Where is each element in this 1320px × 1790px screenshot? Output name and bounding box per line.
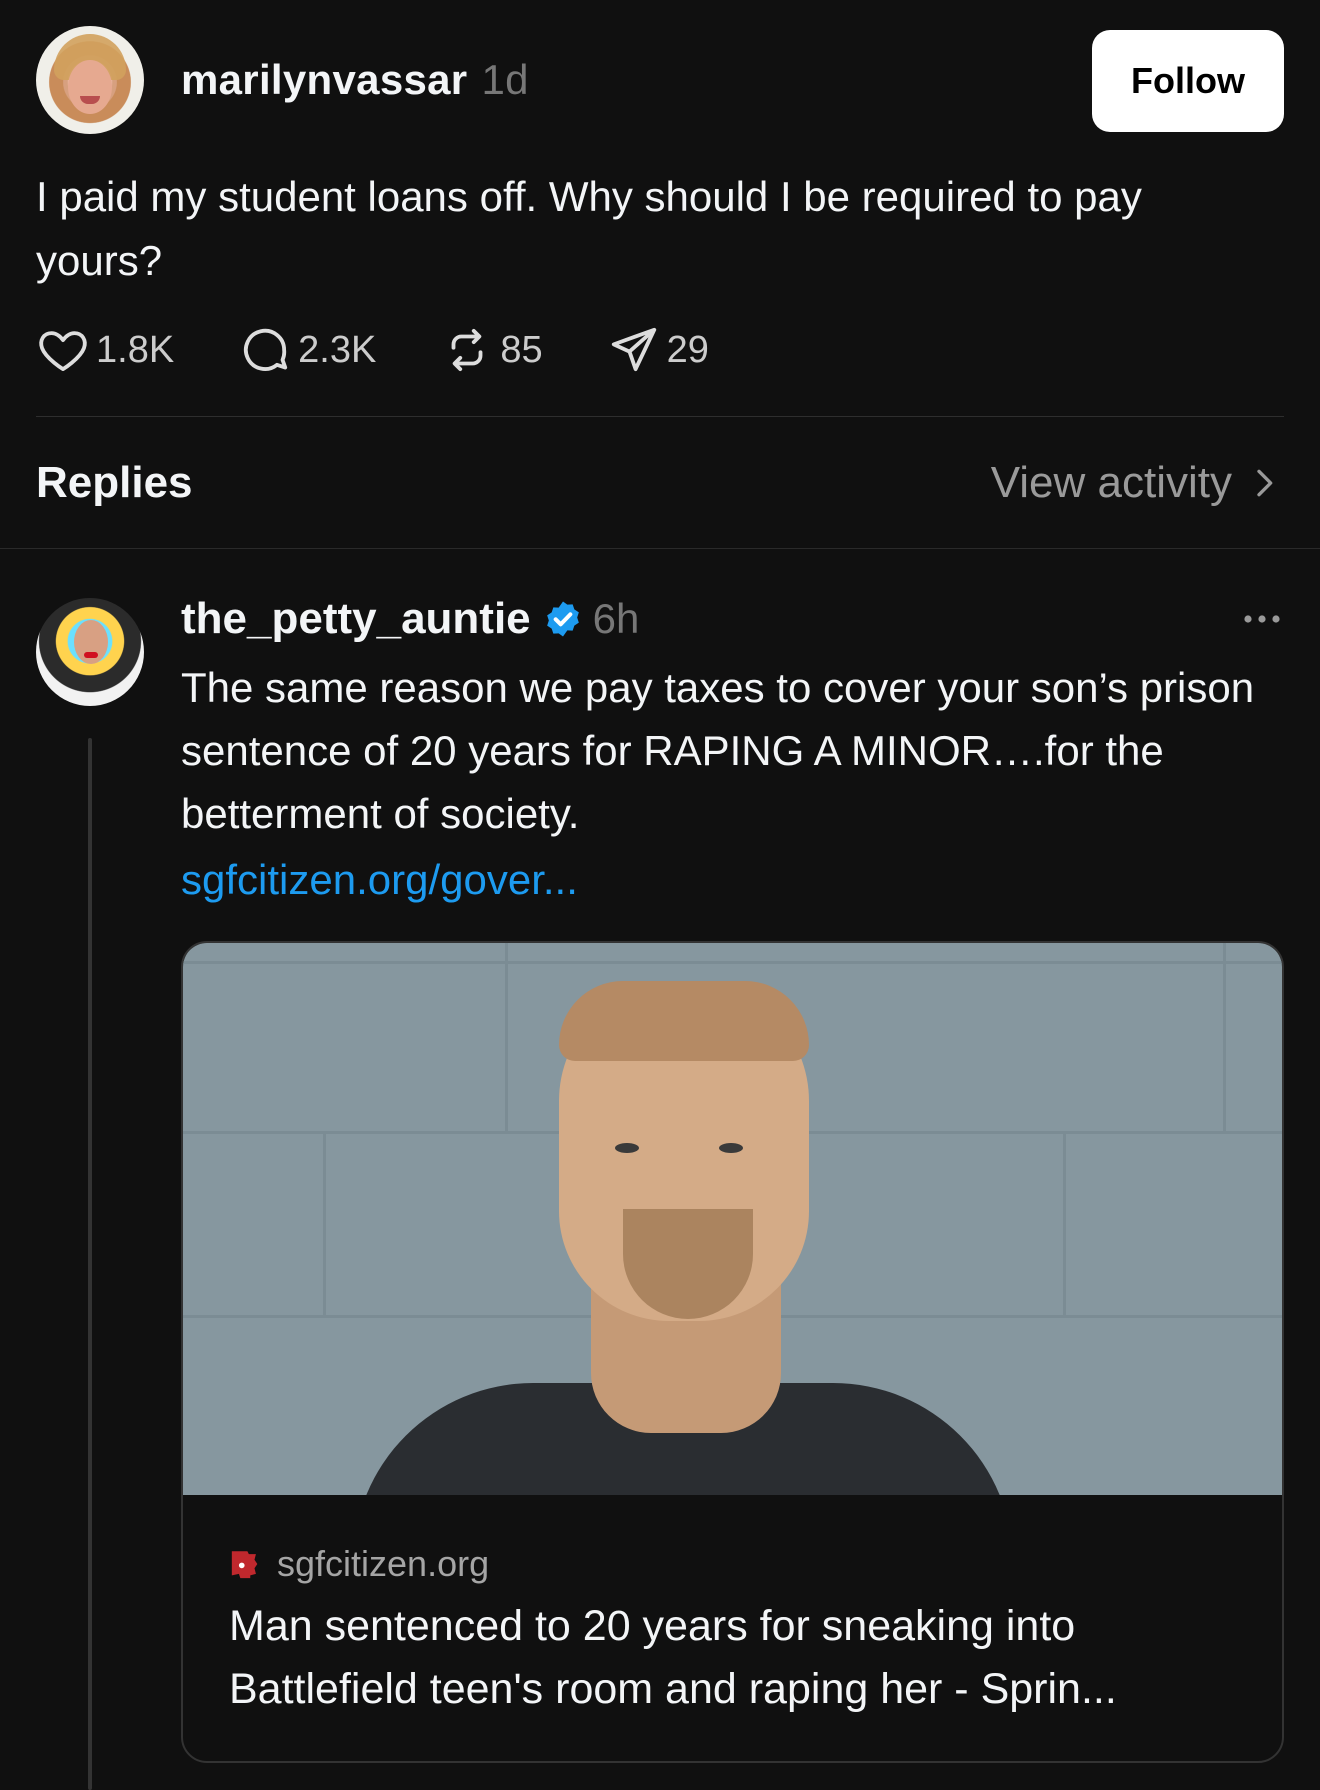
reply-text: The same reason we pay taxes to cover yo… [181, 664, 1255, 837]
reply-time: 6h [592, 595, 640, 642]
link-preview-card[interactable]: sgfcitizen.org Man sentenced to 20 years… [181, 941, 1284, 1763]
verified-badge-icon [546, 601, 579, 637]
post-text: I paid my student loans off. Why should … [36, 173, 1142, 284]
divider [0, 548, 1320, 549]
post-header: marilynvassar 1d Follow [36, 26, 1284, 136]
chevron-right-icon [1257, 469, 1273, 497]
avatar-face [68, 60, 112, 114]
share-count: 29 [666, 328, 709, 371]
author-avatar[interactable] [36, 26, 144, 134]
reply-link[interactable]: sgfcitizen.org/gover... [181, 856, 578, 904]
card-site: sgfcitizen.org [229, 1543, 489, 1585]
reply-author-avatar[interactable] [36, 598, 144, 706]
comment-icon [244, 328, 288, 371]
card-image [183, 943, 1282, 1495]
reply-author-username[interactable]: the_petty_auntie 6h [181, 594, 639, 644]
card-site-domain: sgfcitizen.org [277, 1543, 490, 1584]
post-actions: 1.8K 2.3K 85 29 [36, 320, 773, 380]
heart-icon [39, 331, 87, 372]
view-activity-link[interactable]: View activity [991, 458, 1284, 508]
avatar-lips [84, 652, 98, 658]
follow-button[interactable]: Follow [1092, 30, 1284, 132]
like-button[interactable]: 1.8K [36, 323, 174, 377]
reply-username-text[interactable]: the_petty_auntie [181, 594, 531, 644]
comment-button[interactable]: 2.3K [238, 323, 376, 377]
site-favicon-icon [231, 1551, 258, 1579]
card-title[interactable]: Man sentenced to 20 years for sneaking i… [229, 1595, 1239, 1721]
author-username[interactable]: marilynvassar 1d [181, 56, 529, 104]
divider [36, 416, 1284, 417]
repost-button[interactable]: 85 [440, 323, 543, 377]
view-activity-label[interactable]: View activity [991, 458, 1232, 508]
post-time: 1d [481, 56, 529, 103]
share-icon [611, 327, 656, 372]
thread-line [88, 738, 92, 1790]
like-count: 1.8K [96, 328, 175, 371]
repost-icon [451, 328, 483, 372]
replies-header: Replies View activity [36, 455, 1284, 515]
replies-label: Replies [36, 458, 193, 507]
share-button[interactable]: 29 [607, 323, 709, 377]
repost-count: 85 [500, 328, 543, 371]
comment-count: 2.3K [298, 328, 377, 371]
author-username-text[interactable]: marilynvassar [181, 56, 467, 103]
more-icon[interactable] [1240, 604, 1284, 634]
card-meta: sgfcitizen.org Man sentenced to 20 years… [183, 1495, 1282, 1761]
